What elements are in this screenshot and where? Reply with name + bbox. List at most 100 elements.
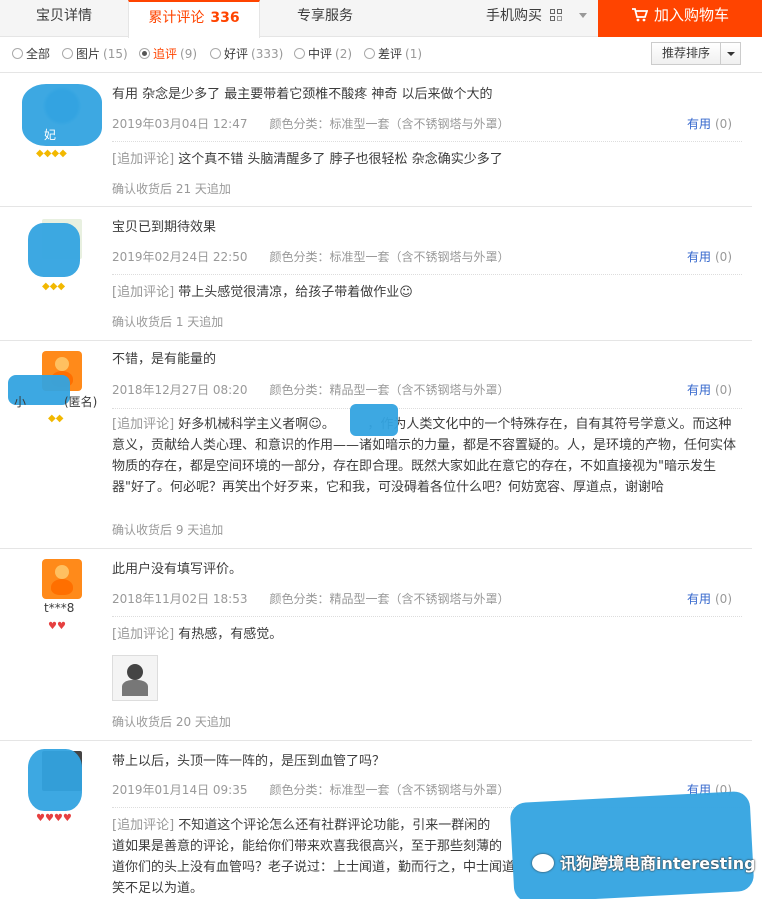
review-text: 带上以后，头顶一阵一阵的，是压到血管了吗？	[112, 754, 386, 769]
filter-count: (9)	[180, 47, 198, 61]
separator	[112, 616, 742, 617]
member-level-icon: ◆◆	[48, 413, 64, 424]
username: 小	[14, 395, 27, 409]
username: t***8	[44, 601, 75, 615]
review-date: 2019年03月04日 12:47	[112, 117, 248, 131]
useful-label: 有用	[686, 383, 711, 397]
review-text: 宝贝已到期待效果	[112, 220, 217, 235]
tab-reviews-label: 累计评论	[148, 10, 205, 26]
divider	[0, 548, 752, 549]
add-to-cart-label: 加入购物车	[654, 6, 730, 24]
useful-label: 有用	[686, 250, 711, 264]
filter-images[interactable]: 图片 (15)	[62, 45, 128, 62]
privacy-mask	[28, 223, 80, 277]
append-tag: [追加评论]	[112, 627, 175, 642]
member-level-icon: ♥♥♥♥	[36, 813, 72, 824]
radio-icon	[12, 48, 23, 59]
wechat-icon	[532, 854, 554, 872]
tab-reviews[interactable]: 累计评论 336	[128, 0, 260, 38]
useful-count: (0)	[715, 117, 732, 131]
review-photo-thumbnail[interactable]	[112, 655, 158, 701]
review-sku: 颜色分类：标准型一套（含不锈钢塔与外罩）	[269, 783, 510, 797]
radio-icon	[294, 48, 305, 59]
append-time: 确认收货后 1 天追加	[112, 315, 224, 329]
privacy-mask	[22, 84, 102, 146]
tab-reviews-count: 336	[210, 10, 240, 26]
append-review: [追加评论] 好多机械科学主义者啊☺。 ，作为人类文化中的一个特殊存在，自有其符…	[112, 414, 744, 498]
qr-code-icon	[550, 9, 563, 21]
divider	[0, 340, 752, 341]
review-meta: 2018年12月27日 08:20 颜色分类：精品型一套（含不锈钢塔与外罩） 有用…	[112, 380, 742, 400]
separator	[112, 408, 742, 409]
watermark: 讯狗跨境电商interesting	[532, 850, 756, 874]
append-text: 这个真不错 头脑清醒多了 脖子也很轻松 杂念确实少多了	[178, 152, 503, 167]
review-meta: 2018年11月02日 18:53 颜色分类：精品型一套（含不锈钢塔与外罩） 有用…	[112, 589, 742, 609]
add-to-cart-button[interactable]: 加入购物车	[598, 0, 762, 37]
useful-button[interactable]: 有用 (0)	[687, 247, 732, 267]
append-tag: [追加评论]	[112, 152, 175, 167]
shopping-cart-icon	[632, 8, 648, 22]
filter-append[interactable]: 追评 (9)	[139, 45, 197, 62]
review-sku: 颜色分类：标准型一套（含不锈钢塔与外罩）	[269, 250, 510, 264]
tab-item-detail[interactable]: 宝贝详情	[0, 0, 128, 37]
separator	[112, 274, 742, 275]
useful-count: (0)	[715, 383, 732, 397]
filter-count: (333)	[251, 47, 284, 61]
review-date: 2018年11月02日 18:53	[112, 592, 248, 606]
review-filter-bar: 全部 图片 (15) 追评 (9) 好评 (333) 中评 (2) 差评 (1) 推荐排序	[0, 37, 762, 73]
append-tag: [追加评论]	[112, 417, 175, 432]
append-tag: [追加评论]	[112, 818, 175, 833]
anonymous-tag: (匿名)	[64, 395, 98, 409]
filter-all[interactable]: 全部	[12, 45, 50, 62]
review-meta: 2019年02月24日 22:50 颜色分类：标准型一套（含不锈钢塔与外罩） 有用…	[112, 247, 742, 267]
radio-icon	[210, 48, 221, 59]
filter-count: (15)	[103, 47, 128, 61]
filter-negative[interactable]: 差评 (1)	[364, 45, 422, 62]
review-date: 2018年12月27日 08:20	[112, 383, 248, 397]
filter-label: 差评	[378, 47, 403, 61]
append-time: 确认收货后 20 天追加	[112, 715, 231, 729]
review-text: 有用 杂念是少多了 最主要带着它颈椎不酸疼 神奇 以后来做个大的	[112, 87, 493, 102]
review-date: 2019年02月24日 22:50	[112, 250, 248, 264]
tab-service[interactable]: 专享服务	[260, 0, 390, 37]
review-text: 此用户没有填写评价。	[112, 562, 243, 577]
filter-count: (2)	[335, 47, 353, 61]
watermark-text: 讯狗跨境电商interesting	[560, 854, 756, 873]
privacy-mask	[350, 404, 398, 436]
mobile-buy-label: 手机购买	[486, 8, 542, 24]
mobile-buy-button[interactable]: 手机购买	[486, 0, 587, 32]
member-level-icon: ◆◆◆	[42, 281, 66, 292]
useful-button[interactable]: 有用 (0)	[687, 380, 732, 400]
filter-label: 好评	[224, 47, 249, 61]
filter-positive[interactable]: 好评 (333)	[210, 45, 283, 62]
radio-icon	[364, 48, 375, 59]
sort-dropdown[interactable]: 推荐排序	[651, 42, 741, 65]
useful-button[interactable]: 有用 (0)	[687, 114, 732, 134]
append-review: [追加评论] 有热感，有感觉。	[112, 624, 744, 645]
privacy-mask	[28, 749, 82, 811]
append-review: [追加评论] 带上头感觉很清凉，给孩子带着做作业☺	[112, 282, 744, 303]
avatar	[42, 559, 82, 599]
useful-button[interactable]: 有用 (0)	[687, 589, 732, 609]
filter-label: 图片	[76, 47, 101, 61]
append-time: 确认收货后 21 天追加	[112, 182, 231, 196]
divider	[0, 740, 752, 741]
review-sku: 颜色分类：精品型一套（含不锈钢塔与外罩）	[269, 383, 510, 397]
separator	[112, 141, 742, 142]
radio-selected-icon	[139, 48, 150, 59]
chevron-down-icon	[720, 43, 740, 64]
review-date: 2019年01月14日 09:35	[112, 783, 248, 797]
review-sku: 颜色分类：精品型一套（含不锈钢塔与外罩）	[269, 592, 510, 606]
radio-icon	[62, 48, 73, 59]
useful-label: 有用	[686, 592, 711, 606]
append-text: 好多机械科学主义者啊☺。 ，作为人类文化中的一个特殊存在，自有其符号学意义。而这…	[112, 417, 737, 495]
chevron-down-icon	[578, 13, 587, 18]
append-text: 带上头感觉很清凉，给孩子带着做作业☺	[178, 285, 413, 300]
filter-neutral[interactable]: 中评 (2)	[294, 45, 352, 62]
tab-bar: 宝贝详情 累计评论 336 专享服务 手机购买 加入购物车	[0, 0, 762, 38]
filter-count: (1)	[405, 47, 423, 61]
append-text: 有热感，有感觉。	[178, 627, 283, 642]
filter-label: 全部	[26, 47, 51, 61]
useful-count: (0)	[715, 250, 732, 264]
filter-label: 追评	[153, 47, 178, 61]
